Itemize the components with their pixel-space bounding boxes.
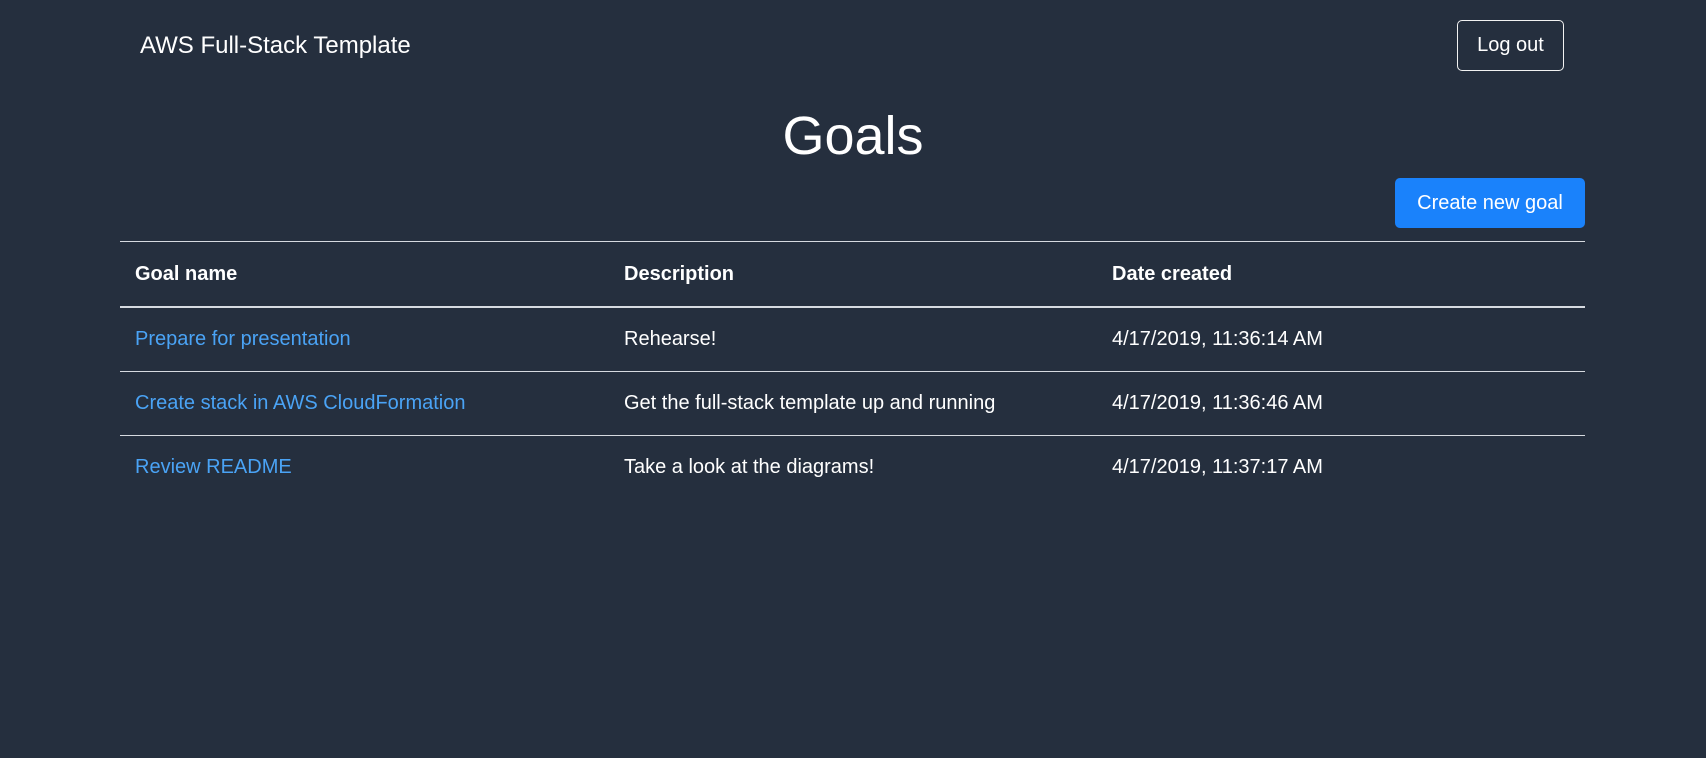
column-header-date-created: Date created	[1097, 241, 1585, 308]
goal-name-cell: Prepare for presentation	[120, 307, 609, 372]
goal-date-cell: 4/17/2019, 11:36:14 AM	[1097, 307, 1585, 372]
goal-name-cell: Create stack in AWS CloudFormation	[120, 371, 609, 436]
goal-description-cell: Take a look at the diagrams!	[624, 456, 875, 478]
table-row: Prepare for presentation Rehearse! 4/17/…	[120, 307, 1585, 372]
table-row: Review README Take a look at the diagram…	[120, 436, 1585, 500]
table-header: Goal name Description Date created	[120, 241, 1585, 308]
navbar: AWS Full-Stack Template Log out	[0, 0, 1706, 92]
goals-table: Goal name Description Date created Prepa…	[120, 241, 1585, 499]
goal-date-cell: 4/17/2019, 11:36:46 AM	[1097, 371, 1585, 436]
goal-link[interactable]: Create stack in AWS CloudFormation	[135, 392, 466, 414]
goal-name-cell: Review README	[120, 436, 609, 500]
goal-description-cell: Get the full-stack template up and runni…	[609, 371, 1097, 436]
goal-link[interactable]: Review README	[135, 456, 292, 478]
column-header-goal-name: Goal name	[120, 241, 609, 308]
logout-button[interactable]: Log out	[1457, 20, 1564, 71]
create-new-goal-button[interactable]: Create new goal	[1395, 178, 1585, 228]
table-row: Create stack in AWS CloudFormation Get t…	[120, 371, 1585, 436]
table-body: Prepare for presentation Rehearse! 4/17/…	[120, 307, 1585, 499]
page-title: Goals	[782, 106, 924, 166]
goal-link[interactable]: Prepare for presentation	[135, 328, 351, 350]
header-row: Goal name Description Date created	[120, 241, 1585, 308]
goal-description-cell: Rehearse!	[609, 307, 1097, 372]
column-header-description: Description	[609, 241, 1097, 308]
goal-date-cell: 4/17/2019, 11:37:17 AM	[1112, 456, 1323, 478]
brand-link[interactable]: AWS Full-Stack Template	[140, 30, 411, 62]
